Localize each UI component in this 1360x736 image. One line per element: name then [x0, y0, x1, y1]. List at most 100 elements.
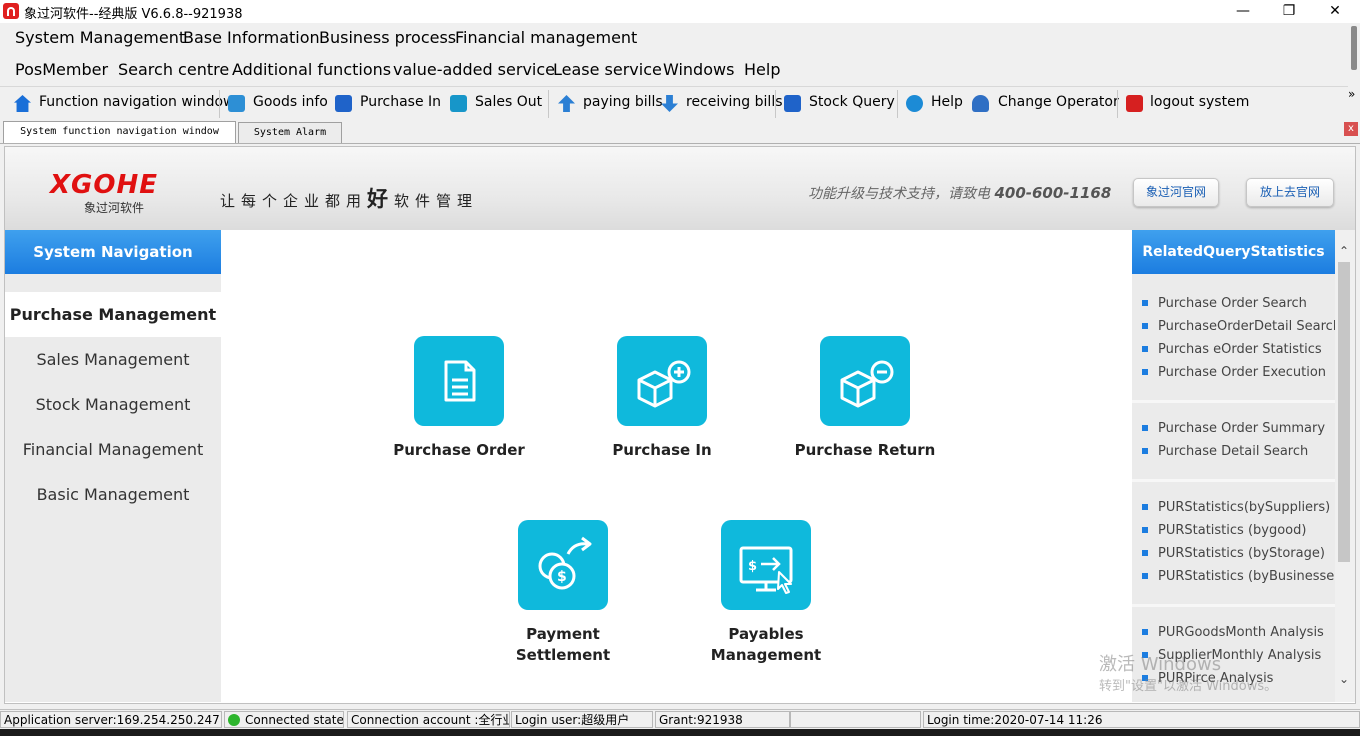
support-hotline: 功能升级与技术支持，请致电 400-600-1168 — [808, 183, 1111, 203]
menu-posmember[interactable]: PosMember — [15, 60, 108, 79]
bullet-icon — [1142, 368, 1148, 375]
link-label: PURStatistics(bySuppliers) — [1158, 500, 1331, 515]
menu-business-process[interactable]: Business process — [319, 28, 456, 47]
menu-search-centre[interactable]: Search centre — [118, 60, 229, 79]
toolbar-purchase-in[interactable]: Purchase In — [360, 94, 441, 110]
tab-system-function-navigation[interactable]: System function navigation window — [3, 121, 236, 143]
link-label: Purchase Order Search — [1158, 296, 1307, 311]
toolbar-goods-info[interactable]: Goods info — [253, 94, 328, 110]
purchase-return-label[interactable]: Purchase Return — [765, 440, 965, 461]
link-pur-statistics-by-storage[interactable]: PURStatistics (byStorage) — [1142, 546, 1325, 561]
toolbar-function-navigation[interactable]: Function navigation window — [39, 94, 234, 110]
tab-close-icon[interactable]: x — [1344, 122, 1358, 136]
purchase-in-label[interactable]: Purchase In — [562, 440, 762, 461]
right-panel-scrollbar-thumb[interactable] — [1338, 262, 1350, 562]
link-label: PURGoodsMonth Analysis — [1158, 625, 1324, 640]
online-site-button[interactable]: 放上去官网 — [1246, 178, 1334, 207]
app-logo-icon — [3, 3, 19, 19]
nav-item-sales-management[interactable]: Sales Management — [5, 337, 221, 382]
nav-item-purchase-management[interactable]: Purchase Management — [5, 292, 221, 337]
link-label: Purchas eOrder Statistics — [1158, 342, 1322, 357]
official-site-button[interactable]: 象过河官网 — [1133, 178, 1219, 207]
purchase-return-tile[interactable] — [820, 336, 910, 426]
toolbar-change-operator[interactable]: Change Operator — [998, 94, 1119, 110]
home-icon — [14, 95, 31, 112]
toolbar-paying-bills[interactable]: paying bills — [583, 94, 663, 110]
menu-system-management[interactable]: System Management — [15, 28, 185, 47]
menu-financial-management[interactable]: Financial management — [455, 28, 637, 47]
payment-settlement-tile[interactable]: $ — [518, 520, 608, 610]
purchase-in-tile[interactable] — [617, 336, 707, 426]
document-tab-strip: System function navigation window System… — [0, 119, 1360, 144]
close-button[interactable]: ✕ — [1312, 0, 1358, 23]
link-label: PURStatistics (bygood) — [1158, 523, 1307, 538]
link-purchase-order-summary[interactable]: Purchase Order Summary — [1142, 421, 1325, 436]
link-label: Purchase Order Summary — [1158, 421, 1326, 436]
bullet-icon — [1142, 572, 1148, 579]
activation-watermark-text: 转到"设置"以激活 Windows。 — [1099, 679, 1278, 694]
bullet-icon — [1142, 345, 1148, 352]
users-icon — [972, 95, 989, 112]
toolbar-separator — [219, 90, 220, 118]
link-label: PURStatistics (byStorage) — [1158, 546, 1325, 561]
menu-additional-functions[interactable]: Additional functions — [232, 60, 391, 79]
maximize-button[interactable]: ❐ — [1266, 0, 1312, 23]
payment-settlement-label[interactable]: Payment Settlement — [463, 624, 663, 666]
paying-bills-icon — [558, 95, 575, 112]
menu-bar-secondary: PosMember Search centre Additional funct… — [0, 55, 1348, 86]
menu-lease-service[interactable]: Lease service — [553, 60, 662, 79]
toolbar-help[interactable]: Help — [931, 94, 963, 110]
toolbar-logout-system[interactable]: logout system — [1150, 94, 1249, 110]
link-pur-goods-month-analysis[interactable]: PURGoodsMonth Analysis — [1142, 625, 1324, 640]
link-pur-statistics-by-suppliers[interactable]: PURStatistics(bySuppliers) — [1142, 500, 1330, 515]
purchase-in-icon — [335, 95, 352, 112]
toolbar: Function navigation window Goods info Pu… — [0, 86, 1355, 120]
link-pur-statistics-by-good[interactable]: PURStatistics (bygood) — [1142, 523, 1306, 538]
link-purchase-order-detail-search[interactable]: PurchaseOrderDetail Search — [1142, 319, 1341, 334]
minimize-button[interactable]: — — [1220, 0, 1266, 23]
menu-value-added-service[interactable]: value-added service — [393, 60, 555, 79]
bullet-icon — [1142, 503, 1148, 510]
payables-management-label[interactable]: Payables Management — [666, 624, 866, 666]
link-purchase-order-statistics[interactable]: Purchas eOrder Statistics — [1142, 342, 1322, 357]
link-purchase-order-execution[interactable]: Purchase Order Execution — [1142, 365, 1326, 380]
document-icon — [444, 360, 476, 402]
toolbar-stock-query[interactable]: Stock Query — [809, 94, 895, 110]
toolbar-separator — [548, 90, 549, 118]
link-label: Purchase Detail Search — [1158, 444, 1309, 459]
purchase-order-label[interactable]: Purchase Order — [359, 440, 559, 461]
menu-scrollbar-thumb[interactable] — [1351, 26, 1357, 70]
payment-settlement-label-line1: Payment — [526, 625, 600, 643]
payables-management-label-line1: Payables — [728, 625, 804, 643]
sales-out-icon — [450, 95, 467, 112]
link-purchase-detail-search[interactable]: Purchase Detail Search — [1142, 444, 1308, 459]
scroll-up-arrow-icon[interactable]: ⌃ — [1339, 244, 1349, 258]
purchase-order-tile[interactable] — [414, 336, 504, 426]
nav-item-financial-management[interactable]: Financial Management — [5, 427, 221, 472]
link-purchase-order-search[interactable]: Purchase Order Search — [1142, 296, 1307, 311]
tab-system-alarm[interactable]: System Alarm — [238, 122, 342, 143]
panel-divider — [1132, 479, 1335, 482]
logout-icon — [1126, 95, 1143, 112]
menu-windows[interactable]: Windows — [663, 60, 734, 79]
scroll-down-arrow-icon[interactable]: ⌄ — [1339, 672, 1349, 686]
nav-item-stock-management[interactable]: Stock Management — [5, 382, 221, 427]
menu-base-information[interactable]: Base Information — [183, 28, 320, 47]
status-connected-state: Connected state: — [224, 711, 344, 728]
bullet-icon — [1142, 447, 1148, 454]
svg-text:$: $ — [748, 559, 757, 574]
payables-management-tile[interactable]: $ — [721, 520, 811, 610]
bullet-icon — [1142, 299, 1148, 306]
panel-divider — [1132, 604, 1335, 607]
toolbar-sales-out[interactable]: Sales Out — [475, 94, 542, 110]
bullet-icon — [1142, 424, 1148, 431]
nav-item-basic-management[interactable]: Basic Management — [5, 472, 221, 517]
slogan-emphasis: 好 — [367, 187, 395, 211]
link-pur-statistics-by-businesser[interactable]: PURStatistics (byBusinesser) — [1142, 569, 1345, 584]
brand-logo-subtitle: 象过河软件 — [84, 201, 145, 215]
toolbar-receiving-bills[interactable]: receiving bills — [686, 94, 783, 110]
toolbar-overflow-chevron-icon[interactable]: » — [1348, 87, 1355, 101]
os-taskbar — [0, 729, 1360, 736]
status-application-server: Application server:169.254.250.247:8080 — [0, 711, 222, 728]
menu-help[interactable]: Help — [744, 60, 780, 79]
